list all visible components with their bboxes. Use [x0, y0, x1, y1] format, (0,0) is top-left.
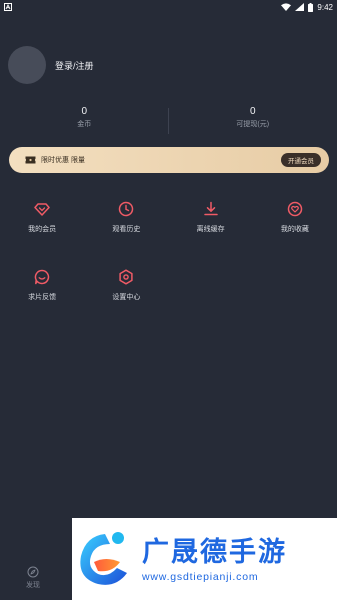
- withdrawable-label: 可提现(元): [236, 120, 270, 128]
- tab-discover[interactable]: 发现: [26, 566, 40, 590]
- status-time: 9:42: [317, 2, 333, 12]
- watermark-title: 广晟德手游: [142, 537, 287, 567]
- avatar[interactable]: [8, 46, 46, 84]
- grid-item-label: 设置中心: [112, 294, 141, 301]
- watermark-overlay: 广晟德手游 www.gsdtiepianji.com: [72, 518, 337, 600]
- download-icon: [202, 200, 220, 218]
- grid-item-settings-center[interactable]: 设置中心: [84, 268, 168, 302]
- login-register-link[interactable]: 登录/注册: [55, 59, 94, 72]
- stat-coins[interactable]: 0 金币: [0, 98, 169, 136]
- watermark-text: 广晟德手游 www.gsdtiepianji.com: [142, 534, 287, 584]
- clock-icon: [117, 200, 135, 218]
- grid-item-label: 我的收藏: [280, 226, 309, 233]
- signal-icon: [295, 3, 305, 11]
- stats-divider: [168, 108, 169, 134]
- vip-promo-text: 限时优惠 限量: [41, 157, 85, 164]
- grid-item-label: 观看历史: [112, 226, 141, 233]
- vip-promo-left: 限时优惠 限量: [25, 155, 85, 165]
- heart-icon: [286, 200, 304, 218]
- grid-item-request-feedback[interactable]: 求片反馈: [0, 268, 84, 302]
- battery-icon: [308, 2, 314, 12]
- watermark-logo-icon: [80, 532, 127, 585]
- stat-withdrawable[interactable]: 0 可提现(元): [169, 98, 337, 136]
- coins-value: 0: [81, 105, 88, 117]
- coins-label: 金币: [77, 120, 92, 128]
- status-bar: 9:42: [0, 0, 337, 14]
- watermark-logo: [72, 518, 142, 600]
- status-left: [4, 3, 12, 11]
- watermark-url: www.gsdtiepianji.com: [142, 571, 259, 583]
- open-vip-button[interactable]: 开通会员: [281, 153, 321, 167]
- grid-item-offline-cache[interactable]: 离线缓存: [169, 200, 253, 234]
- diamond-icon: [33, 200, 51, 218]
- profile-header[interactable]: 登录/注册: [8, 46, 94, 84]
- grid-item-my-favorites[interactable]: 我的收藏: [253, 200, 337, 234]
- grid-item-watch-history[interactable]: 观看历史: [84, 200, 168, 234]
- vip-promo-banner[interactable]: 限时优惠 限量 开通会员: [9, 147, 329, 173]
- compass-icon: [27, 566, 39, 578]
- wifi-icon: [281, 3, 292, 11]
- grid-item-my-vip[interactable]: 我的会员: [0, 200, 84, 234]
- settings-icon: [117, 268, 135, 286]
- grid-item-label: 我的会员: [28, 226, 57, 233]
- grid-item-label: 求片反馈: [28, 294, 57, 301]
- ticket-icon: [25, 156, 36, 164]
- grid-item-label: 离线缓存: [196, 226, 225, 233]
- status-right: 9:42: [281, 2, 333, 12]
- a-notification-icon: [4, 3, 12, 11]
- stats-row: 0 金币 0 可提现(元): [0, 98, 337, 136]
- withdrawable-value: 0: [249, 105, 256, 117]
- function-grid: 我的会员 观看历史 离线缓存 我的收藏 求片反馈 设置中心: [0, 200, 337, 302]
- tab-discover-label: 发现: [26, 582, 40, 589]
- feedback-icon: [33, 268, 51, 286]
